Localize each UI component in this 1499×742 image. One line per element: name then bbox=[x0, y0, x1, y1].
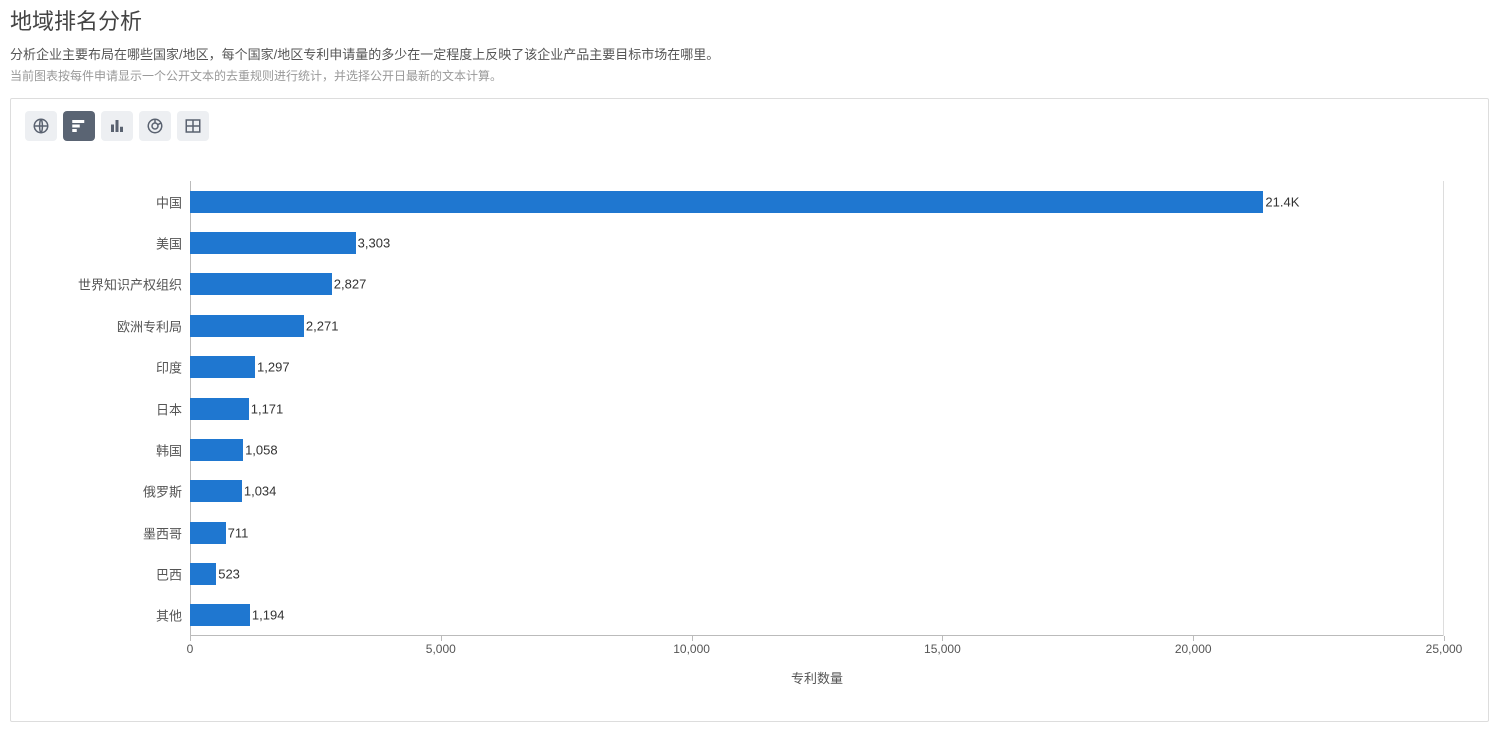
x-tick-label: 0 bbox=[187, 642, 194, 656]
x-tick-label: 10,000 bbox=[673, 642, 710, 656]
y-tick-label: 墨西哥 bbox=[143, 523, 182, 542]
bar-value-label: 1,058 bbox=[245, 442, 278, 457]
y-tick-label: 欧洲专利局 bbox=[117, 316, 182, 335]
bar[interactable]: 1,034 bbox=[190, 480, 242, 502]
chart-type-toolbar bbox=[25, 111, 1474, 141]
bar[interactable]: 711 bbox=[190, 522, 226, 544]
chart-type-globe[interactable] bbox=[25, 111, 57, 141]
y-tick-label: 中国 bbox=[156, 192, 182, 211]
x-tick-mark bbox=[441, 636, 442, 641]
chart-type-vbar[interactable] bbox=[101, 111, 133, 141]
chart-type-pie[interactable] bbox=[139, 111, 171, 141]
chart-area: 专利数量 中国 21.4K 美国 3,303 世界知识产权组织 2,827 欧洲专利局 2,2… bbox=[25, 151, 1474, 711]
bar-value-label: 1,297 bbox=[257, 360, 290, 375]
y-tick-label: 日本 bbox=[156, 399, 182, 418]
table-icon bbox=[184, 117, 202, 135]
page-title: 地域排名分析 bbox=[10, 4, 1489, 36]
x-tick-label: 25,000 bbox=[1426, 642, 1463, 656]
bar-value-label: 523 bbox=[218, 566, 240, 581]
chart-plot: 专利数量 中国21.4K美国3,303世界知识产权组织2,827欧洲专利局2,2… bbox=[190, 181, 1444, 636]
vbar-icon bbox=[108, 117, 126, 135]
bar-value-label: 3,303 bbox=[358, 236, 391, 251]
x-axis-label: 专利数量 bbox=[190, 668, 1444, 687]
bar[interactable]: 523 bbox=[190, 563, 216, 585]
x-end-gridline bbox=[1443, 181, 1444, 636]
bar[interactable]: 1,194 bbox=[190, 604, 250, 626]
bar[interactable]: 1,297 bbox=[190, 356, 255, 378]
x-tick-label: 15,000 bbox=[924, 642, 961, 656]
chart-card: 专利数量 中国 21.4K 美国 3,303 世界知识产权组织 2,827 欧洲专利局 2,2… bbox=[10, 98, 1489, 722]
pie-icon bbox=[146, 117, 164, 135]
y-tick-label: 印度 bbox=[156, 358, 182, 377]
x-tick-mark bbox=[1444, 636, 1445, 641]
page-subnote: 当前图表按每件申请显示一个公开文本的去重规则进行统计，并选择公开日最新的文本计算… bbox=[10, 67, 1489, 84]
bar[interactable]: 21.4K bbox=[190, 191, 1263, 213]
bar-value-label: 1,194 bbox=[252, 608, 285, 623]
bar-value-label: 2,271 bbox=[306, 318, 339, 333]
x-tick-mark bbox=[190, 636, 191, 641]
x-tick-mark bbox=[942, 636, 943, 641]
y-tick-label: 世界知识产权组织 bbox=[78, 275, 182, 294]
globe-icon bbox=[32, 117, 50, 135]
bar-value-label: 711 bbox=[228, 525, 249, 540]
bar-value-label: 21.4K bbox=[1265, 194, 1299, 209]
bar-value-label: 1,171 bbox=[251, 401, 284, 416]
x-tick-mark bbox=[1193, 636, 1194, 641]
chart-type-hbar[interactable] bbox=[63, 111, 95, 141]
y-tick-label: 美国 bbox=[156, 234, 182, 253]
bar[interactable]: 2,271 bbox=[190, 315, 304, 337]
bar[interactable]: 2,827 bbox=[190, 273, 332, 295]
chart-type-table[interactable] bbox=[177, 111, 209, 141]
bar[interactable]: 1,171 bbox=[190, 398, 249, 420]
x-axis-line bbox=[190, 635, 1444, 636]
page-subtitle: 分析企业主要布局在哪些国家/地区，每个国家/地区专利申请量的多少在一定程度上反映… bbox=[10, 44, 1489, 63]
bar[interactable]: 3,303 bbox=[190, 232, 356, 254]
y-tick-label: 巴西 bbox=[156, 564, 182, 583]
bar-value-label: 2,827 bbox=[334, 277, 367, 292]
bar[interactable]: 1,058 bbox=[190, 439, 243, 461]
y-tick-label: 其他 bbox=[156, 606, 182, 625]
hbar-icon bbox=[70, 117, 88, 135]
bar-value-label: 1,034 bbox=[244, 484, 277, 499]
y-tick-label: 俄罗斯 bbox=[143, 482, 182, 501]
x-tick-label: 20,000 bbox=[1175, 642, 1212, 656]
x-tick-mark bbox=[692, 636, 693, 641]
y-tick-label: 韩国 bbox=[156, 440, 182, 459]
x-tick-label: 5,000 bbox=[426, 642, 456, 656]
